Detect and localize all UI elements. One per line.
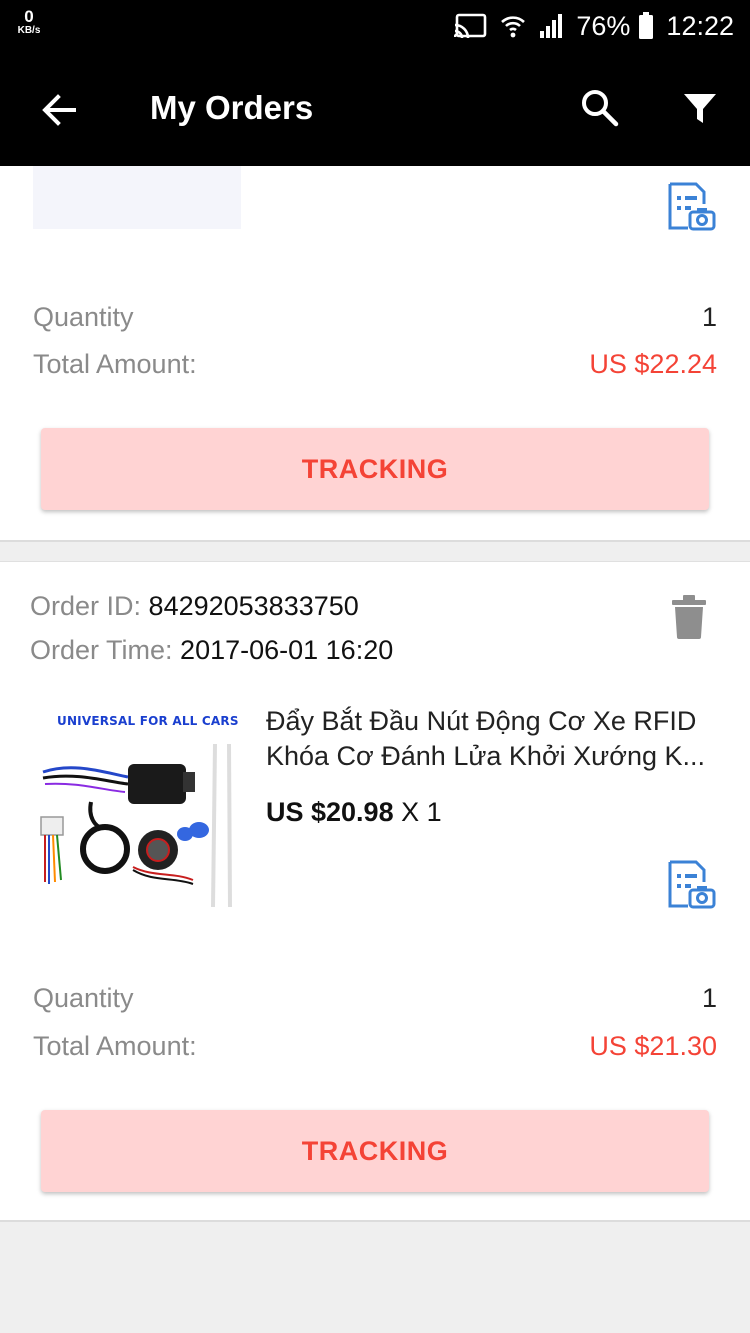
trash-icon[interactable] [670, 594, 708, 640]
order-id-value: 84292053833750 [148, 591, 359, 621]
total-row: Total Amount: US $21.30 [33, 1026, 717, 1066]
product-title-line2: Khóa Cơ Đánh Lửa Khởi Xướng K... [266, 741, 705, 771]
app-bar: My Orders [0, 52, 750, 166]
order-id-label: Order ID: [30, 591, 142, 621]
wifi-icon [500, 13, 526, 39]
document-camera-icon[interactable] [664, 180, 718, 234]
quantity-label: Quantity [33, 982, 134, 1013]
battery-percent: 76% [576, 10, 631, 41]
order-time-line: Order Time: 2017-06-01 16:20 [30, 634, 393, 666]
total-amount: US $21.30 [589, 1030, 717, 1061]
product-image[interactable] [33, 166, 241, 229]
product-title[interactable]: Đẩy Bắt Đầu Nút Động Cơ Xe RFID Khóa Cơ … [266, 704, 716, 774]
back-arrow-icon[interactable] [36, 87, 82, 133]
signal-icon [538, 13, 564, 39]
network-speed-unit: KB/s [17, 25, 41, 36]
order-id-line: Order ID: 84292053833750 [30, 590, 359, 622]
product-illustration [40, 743, 232, 908]
quantity-label: Quantity [33, 301, 134, 332]
product-qty: X 1 [401, 797, 442, 827]
total-label: Total Amount: [33, 348, 197, 379]
tracking-button[interactable]: TRACKING [41, 428, 709, 510]
order-card: Order ID: 84292053833750 Order Time: 201… [0, 561, 750, 1222]
product-title-line1: Đẩy Bắt Đầu Nút Động Cơ Xe RFID [266, 706, 697, 736]
total-amount: US $22.24 [589, 348, 717, 379]
order-time-value: 2017-06-01 16:20 [180, 635, 394, 665]
total-row: Total Amount: US $22.24 [33, 344, 717, 384]
search-icon[interactable] [578, 86, 622, 130]
quantity-value: 1 [701, 982, 717, 1013]
battery-icon [638, 12, 654, 40]
tracking-button[interactable]: TRACKING [41, 1110, 709, 1192]
quantity-value: 1 [701, 301, 717, 332]
clock: 12:22 [666, 10, 734, 41]
quantity-row: Quantity 1 [33, 297, 717, 337]
unit-price: US $20.98 X 1 [266, 797, 442, 828]
product-image[interactable]: UNIVERSAL FOR ALL CARS [33, 702, 243, 914]
order-card: Quantity 1 Total Amount: US $22.24 TRACK… [0, 166, 750, 542]
page-title: My Orders [150, 89, 314, 126]
status-bar: 0 KB/s 76% 12:22 [0, 0, 750, 52]
document-camera-icon[interactable] [664, 858, 718, 912]
product-price: US $20.98 [266, 797, 394, 827]
filter-icon[interactable] [680, 88, 720, 128]
order-time-label: Order Time: [30, 635, 173, 665]
total-label: Total Amount: [33, 1030, 197, 1061]
list-background [0, 1222, 750, 1333]
cast-icon [454, 13, 488, 39]
network-speed-value: 0 [24, 7, 34, 26]
quantity-row: Quantity 1 [33, 978, 717, 1018]
status-icons: 76% 12:22 [454, 0, 734, 52]
network-speed: 0 KB/s [12, 8, 46, 36]
